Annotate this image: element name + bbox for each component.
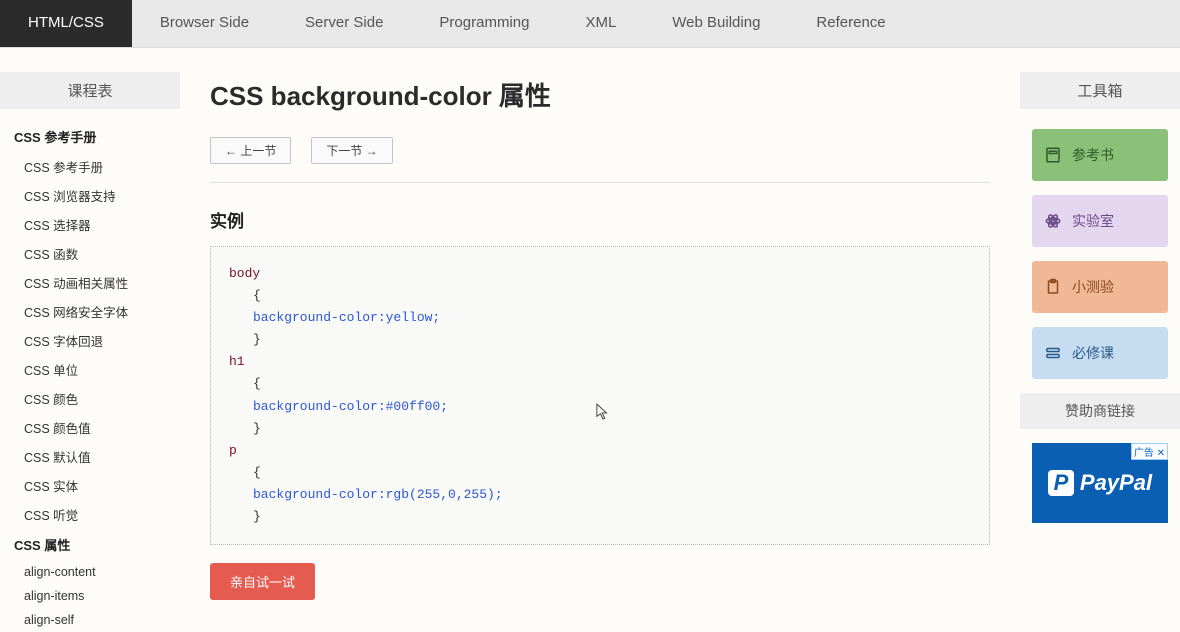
sidebar-link[interactable]: CSS 听觉 bbox=[0, 500, 180, 529]
ad-tag[interactable]: 广告 ✕ bbox=[1131, 443, 1168, 460]
toolbox-button[interactable]: 必修课 bbox=[1032, 327, 1168, 379]
code-brace-open: { bbox=[229, 285, 261, 307]
code-property: background-color:#00ff00; bbox=[229, 396, 448, 418]
sidebar-link[interactable]: CSS 颜色值 bbox=[0, 413, 180, 442]
sidebar-section-head: CSS 参考手册 bbox=[0, 121, 180, 152]
code-example: body { background-color:yellow; } h1 { b… bbox=[210, 246, 990, 545]
sidebar-left: 课程表 CSS 参考手册CSS 参考手册CSS 浏览器支持CSS 选择器CSS … bbox=[0, 48, 180, 632]
code-selector: h1 bbox=[229, 354, 245, 369]
toolbox-button[interactable]: 参考书 bbox=[1032, 129, 1168, 181]
toolbox-button-label: 必修课 bbox=[1072, 343, 1114, 363]
topnav-item[interactable]: Server Side bbox=[277, 0, 411, 47]
sidebar-title: 课程表 bbox=[0, 72, 180, 109]
topnav-item[interactable]: XML bbox=[557, 0, 644, 47]
ad-banner[interactable]: 广告 ✕ P PayPal bbox=[1032, 443, 1168, 523]
mouse-cursor-icon bbox=[596, 403, 610, 421]
book-icon bbox=[1044, 146, 1062, 164]
toolbox-button-label: 参考书 bbox=[1072, 145, 1114, 165]
sidebar-link[interactable]: CSS 参考手册 bbox=[0, 152, 180, 181]
top-nav: HTML/CSSBrowser SideServer SideProgrammi… bbox=[0, 0, 1180, 48]
code-property: background-color:yellow; bbox=[229, 307, 440, 329]
toolbox-button[interactable]: 实验室 bbox=[1032, 195, 1168, 247]
toolbox-button[interactable]: 小测验 bbox=[1032, 261, 1168, 313]
sidebar-link[interactable]: CSS 单位 bbox=[0, 355, 180, 384]
sidebar-link[interactable]: align-content bbox=[0, 560, 180, 584]
code-brace-close: } bbox=[229, 329, 261, 351]
sidebar-link[interactable]: CSS 网络安全字体 bbox=[0, 297, 180, 326]
topnav-item[interactable]: HTML/CSS bbox=[0, 0, 132, 47]
try-it-button[interactable]: 亲自试一试 bbox=[210, 563, 315, 600]
topnav-item[interactable]: Web Building bbox=[644, 0, 788, 47]
code-brace-close: } bbox=[229, 418, 261, 440]
toolbox-title: 工具箱 bbox=[1020, 72, 1180, 109]
code-selector: p bbox=[229, 443, 237, 458]
sidebar-link[interactable]: CSS 颜色 bbox=[0, 384, 180, 413]
sidebar-link[interactable]: CSS 选择器 bbox=[0, 210, 180, 239]
divider bbox=[210, 182, 990, 183]
sidebar-link[interactable]: CSS 字体回退 bbox=[0, 326, 180, 355]
main-content: CSS background-color 属性 ← 上一节 下一节 → 实例 b… bbox=[180, 48, 1020, 632]
stack-icon bbox=[1044, 344, 1062, 362]
sidebar-link[interactable]: CSS 函数 bbox=[0, 239, 180, 268]
code-selector: body bbox=[229, 266, 260, 281]
sidebar-link[interactable]: CSS 默认值 bbox=[0, 442, 180, 471]
toolbox-button-label: 实验室 bbox=[1072, 211, 1114, 231]
topnav-item[interactable]: Programming bbox=[411, 0, 557, 47]
sidebar-link[interactable]: align-self bbox=[0, 608, 180, 632]
next-button[interactable]: 下一节 → bbox=[311, 137, 392, 164]
atom-icon bbox=[1044, 212, 1062, 230]
sidebar-link[interactable]: CSS 实体 bbox=[0, 471, 180, 500]
sidebar-link[interactable]: CSS 动画相关属性 bbox=[0, 268, 180, 297]
page-title: CSS background-color 属性 bbox=[210, 76, 990, 113]
code-brace-close: } bbox=[229, 506, 261, 528]
ad-brand: PayPal bbox=[1080, 470, 1152, 496]
code-brace-open: { bbox=[229, 373, 261, 395]
code-property: background-color:rgb(255,0,255); bbox=[229, 484, 503, 506]
toolbox-button-label: 小测验 bbox=[1072, 277, 1114, 297]
topnav-item[interactable]: Reference bbox=[788, 0, 913, 47]
sidebar-sections: CSS 参考手册CSS 参考手册CSS 浏览器支持CSS 选择器CSS 函数CS… bbox=[0, 121, 180, 632]
sidebar-link[interactable]: CSS 浏览器支持 bbox=[0, 181, 180, 210]
clipboard-icon bbox=[1044, 278, 1062, 296]
topnav-item[interactable]: Browser Side bbox=[132, 0, 277, 47]
sidebar-right: 工具箱 参考书实验室小测验必修课 赞助商链接 广告 ✕ P PayPal bbox=[1020, 48, 1180, 632]
sidebar-section-head: CSS 属性 bbox=[0, 529, 180, 560]
example-heading: 实例 bbox=[210, 207, 990, 232]
paypal-icon: P bbox=[1048, 470, 1074, 496]
sidebar-link[interactable]: align-items bbox=[0, 584, 180, 608]
sponsor-title: 赞助商链接 bbox=[1020, 393, 1180, 429]
code-brace-open: { bbox=[229, 462, 261, 484]
prev-button[interactable]: ← 上一节 bbox=[210, 137, 291, 164]
